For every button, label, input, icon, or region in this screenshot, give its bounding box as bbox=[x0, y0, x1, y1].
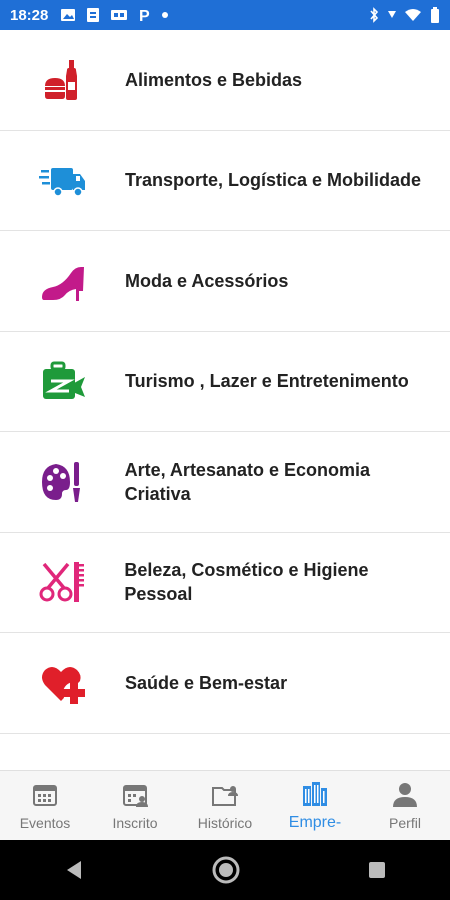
partial-category-icon bbox=[39, 759, 87, 770]
category-label: Turismo , Lazer e Entretenimento bbox=[125, 371, 409, 392]
system-navigation-bar bbox=[0, 840, 450, 900]
scissors-comb-icon bbox=[39, 562, 85, 603]
bottom-navigation: Eventos Inscrito Histórico Empre- Perfil bbox=[0, 770, 450, 840]
nav-label: Perfil bbox=[389, 814, 421, 831]
category-item-food[interactable]: Alimentos e Bebidas bbox=[0, 30, 450, 131]
bluetooth-icon bbox=[370, 7, 379, 23]
category-label: Transporte, Logística e Mobilidade bbox=[125, 170, 422, 191]
nav-perfil[interactable]: Perfil bbox=[360, 771, 450, 840]
battery-icon bbox=[431, 7, 439, 23]
nav-historico[interactable]: Histórico bbox=[180, 771, 270, 840]
travel-icon bbox=[42, 361, 85, 400]
category-item-fashion[interactable]: Moda e Acessórios bbox=[0, 231, 450, 332]
system-status-icons bbox=[368, 7, 440, 23]
nav-empresas[interactable]: Empre- bbox=[270, 771, 360, 840]
back-icon[interactable] bbox=[63, 859, 85, 881]
parking-notification-icon: P bbox=[139, 8, 150, 23]
person-icon bbox=[393, 782, 417, 807]
category-item-tourism[interactable]: Turismo , Lazer e Entretenimento bbox=[0, 332, 450, 432]
category-list: Alimentos e Bebidas Transporte, Logístic… bbox=[0, 30, 450, 770]
folder-user-icon bbox=[212, 785, 238, 806]
category-label: Arte, Artesanato e Economia Criativa bbox=[124, 459, 370, 504]
wifi-icon bbox=[405, 9, 421, 21]
nav-eventos[interactable]: Eventos bbox=[0, 771, 90, 840]
data-arrow-icon bbox=[388, 11, 396, 18]
home-icon[interactable] bbox=[211, 855, 241, 885]
nav-label: Empre- bbox=[288, 813, 342, 831]
nav-inscrito[interactable]: Inscrito bbox=[90, 771, 180, 840]
category-item-health[interactable]: Saúde e Bem-estar bbox=[0, 633, 450, 734]
category-item-beauty[interactable]: Beleza, Cosmético e Higiene Pessoal bbox=[0, 533, 450, 633]
svg-text:P: P bbox=[139, 8, 150, 23]
nav-label: Inscrito bbox=[112, 814, 158, 831]
category-label: Beleza, Cosmético e Higiene Pessoal bbox=[124, 560, 369, 605]
category-item-partial[interactable] bbox=[0, 734, 450, 771]
category-label: Saúde e Bem-estar bbox=[125, 672, 288, 693]
category-label: Moda e Acessórios bbox=[125, 270, 289, 291]
category-label: Alimentos e Bebidas bbox=[125, 69, 303, 90]
notification-icons: P bbox=[60, 7, 169, 23]
nav-label: Eventos bbox=[19, 814, 71, 831]
food-drinks-icon bbox=[44, 59, 77, 100]
category-item-transport[interactable]: Transporte, Logística e Mobilidade bbox=[0, 131, 450, 231]
delivery-truck-icon bbox=[38, 168, 85, 197]
status-bar: 18:28 P bbox=[0, 0, 450, 30]
category-item-art[interactable]: Arte, Artesanato e Economia Criativa bbox=[0, 432, 450, 533]
calendar-icon bbox=[33, 784, 57, 806]
high-heel-icon bbox=[41, 266, 84, 301]
buildings-icon bbox=[303, 781, 327, 806]
heart-health-icon bbox=[41, 666, 85, 704]
recents-icon[interactable] bbox=[367, 860, 387, 880]
status-time: 18:28 bbox=[10, 6, 49, 24]
document-notification-icon bbox=[87, 8, 100, 22]
code-notification-icon bbox=[111, 10, 128, 20]
calendar-user-icon bbox=[123, 784, 148, 807]
image-notification-icon bbox=[61, 9, 76, 21]
art-palette-icon bbox=[42, 461, 81, 502]
dot-notification-icon bbox=[162, 12, 169, 18]
nav-label: Histórico bbox=[197, 814, 253, 831]
